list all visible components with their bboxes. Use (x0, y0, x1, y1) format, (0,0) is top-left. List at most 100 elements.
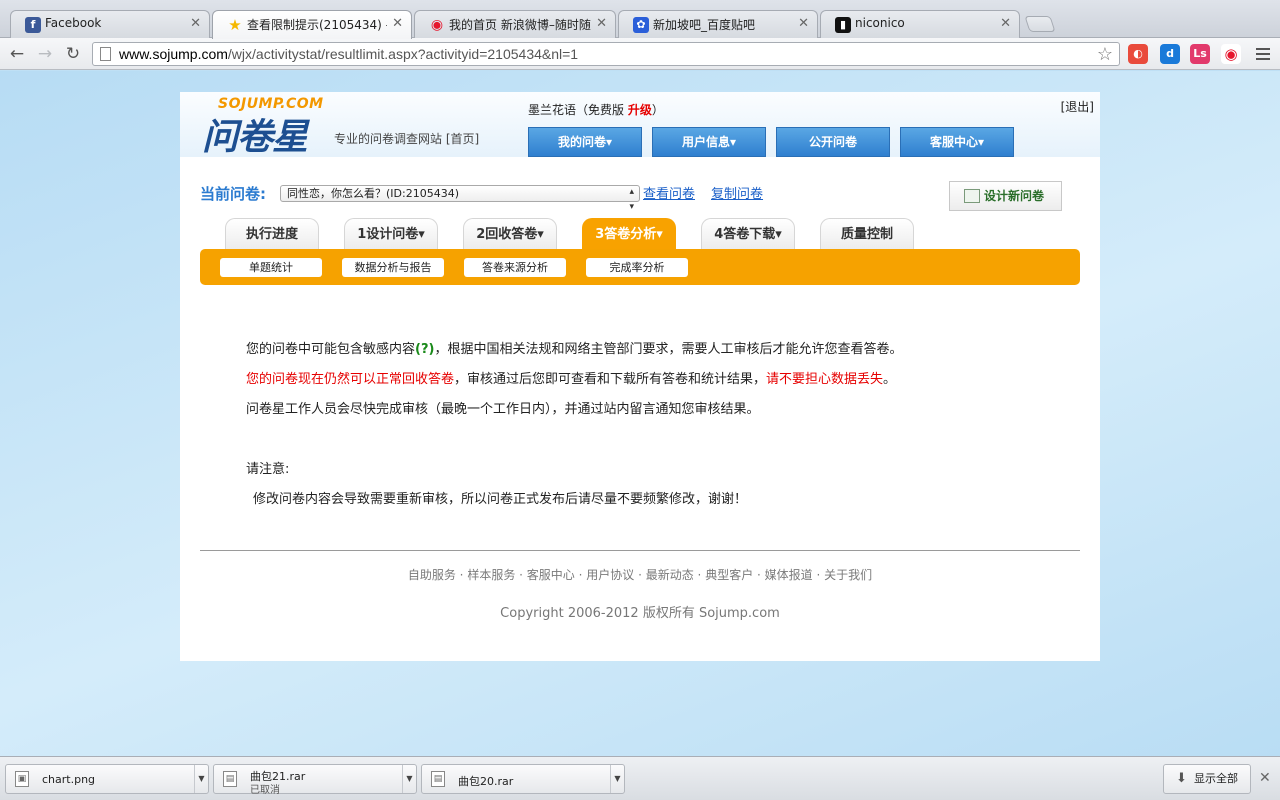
survey-select[interactable]: 同性恋，你怎么看？(ID:2105434) ▴ ▾ (280, 185, 640, 212)
form-icon (964, 189, 980, 203)
subnav-data-report[interactable]: 数据分析与报告 (342, 258, 444, 277)
weibo-ext-icon[interactable]: ◉ (1221, 44, 1241, 64)
step-tab-analysis[interactable]: 3答卷分析▾ (582, 218, 676, 250)
download-item[interactable]: ▤ 曲包21.rar 已取消 ▼ (213, 764, 417, 796)
copy-survey-link[interactable]: 复制问卷 (711, 183, 763, 202)
close-icon[interactable]: ✕ (392, 16, 403, 31)
close-icon[interactable]: ✕ (1000, 16, 1011, 31)
current-survey-label: 当前问卷: (200, 185, 266, 203)
footer-link[interactable]: 自助服务 (408, 568, 456, 582)
attention-heading: 请注意: (246, 462, 290, 477)
user-status-close: ） (651, 103, 664, 117)
menu-wrench-icon[interactable] (1254, 45, 1272, 63)
browser-tab-strip: f Facebook ✕ ★ 查看限制提示(2105434) – 问卷 ✕ ◉ … (0, 0, 1280, 39)
close-icon[interactable]: ✕ (798, 16, 809, 31)
download-shelf: ▣ chart.png ▼ ▤ 曲包21.rar 已取消 ▼ ▤ 曲包20.ra… (0, 756, 1280, 800)
archive-file-icon: ▤ (431, 771, 445, 787)
footer-link[interactable]: 客服中心 (527, 568, 575, 582)
notice-highlight: 请不要担心数据丢失 (766, 372, 884, 387)
nav-public-surveys[interactable]: 公开问卷 (776, 127, 890, 157)
user-status: 墨兰花语（免费版 升级） (528, 101, 664, 118)
copyright: Copyright 2006-2012 版权所有 Sojump.com (500, 606, 780, 621)
page-icon (100, 47, 111, 61)
step-tab-progress[interactable]: 执行进度 (225, 218, 319, 250)
notice-line-3: 问卷星工作人员会尽快完成审核（最晚一个工作日内），并通过站内留言通知您审核结果。 (246, 402, 760, 417)
forward-arrow-icon[interactable]: → (34, 44, 56, 64)
upgrade-link[interactable]: 升级 (628, 103, 652, 117)
ls-ext-icon[interactable]: Ls (1190, 44, 1210, 64)
new-tab-button[interactable] (1024, 16, 1056, 32)
back-arrow-icon[interactable]: ← (6, 44, 28, 64)
site-header: SOJUMP.COM 问卷星 专业的问卷调查网站 [首页] 墨兰花语（免费版 升… (180, 92, 1100, 160)
nav-my-surveys[interactable]: 我的问卷▾ (528, 127, 642, 157)
footer-divider (200, 550, 1080, 551)
design-new-survey-button[interactable]: 设计新问卷 (949, 181, 1062, 211)
close-icon[interactable]: ✕ (596, 16, 607, 31)
step-tab-collect[interactable]: 2回收答卷▾ (463, 218, 557, 250)
help-question-link[interactable]: (?) (415, 342, 434, 357)
url-domain: www.sojump.com (119, 46, 228, 62)
chevron-down-icon[interactable]: ▼ (194, 765, 208, 793)
footer-link[interactable]: 关于我们 (824, 568, 872, 582)
browser-tab-facebook[interactable]: f Facebook ✕ (10, 10, 210, 38)
notice-text: 。 (883, 372, 897, 387)
logout-link[interactable]: [退出] (1061, 98, 1094, 115)
footer-link[interactable]: 媒体报道 (765, 568, 813, 582)
chrome-ext-icon[interactable]: ◐ (1128, 44, 1148, 64)
show-all-label: 显示全部 (1194, 772, 1238, 785)
subnav-completion-rate[interactable]: 完成率分析 (586, 258, 688, 277)
notice-line-5: 修改问卷内容会导致需要重新审核，所以问卷正式发布后请尽量不要频繁修改，谢谢！ (253, 492, 748, 507)
home-link[interactable]: [首页] (446, 132, 479, 146)
tagline-text: 专业的问卷调查网站 (334, 132, 443, 146)
browser-tab-niconico[interactable]: ▮ niconico ✕ (820, 10, 1020, 38)
download-status: 已取消 (250, 785, 280, 796)
browser-tab-baidu[interactable]: ✿ 新加坡吧_百度贴吧 ✕ (618, 10, 818, 38)
address-bar[interactable]: www.sojump.com/wjx/activitystat/resultli… (92, 42, 1120, 66)
download-name: 曲包20.rar (458, 775, 514, 788)
download-item[interactable]: ▣ chart.png ▼ (5, 764, 209, 794)
chevron-down-icon[interactable]: ▼ (402, 765, 416, 793)
d-ext-icon[interactable]: d (1160, 44, 1180, 64)
step-tab-design[interactable]: 1设计问卷▾ (344, 218, 438, 250)
design-new-label: 设计新问卷 (984, 189, 1045, 203)
footer-link[interactable]: 典型客户 (705, 568, 753, 582)
tab-title: 新加坡吧_百度贴吧 (653, 18, 756, 32)
nav-support-center[interactable]: 客服中心▾ (900, 127, 1014, 157)
footer-link[interactable]: 样本服务 (467, 568, 515, 582)
browser-tab-weibo[interactable]: ◉ 我的首页 新浪微博–随时随地分享 ✕ (414, 10, 616, 38)
reload-icon[interactable]: ↻ (62, 44, 84, 64)
chevron-down-icon[interactable]: ▼ (610, 765, 624, 793)
download-name: chart.png (42, 773, 96, 786)
view-survey-link[interactable]: 查看问卷 (643, 183, 695, 202)
footer-link[interactable]: 用户协议 (586, 568, 634, 582)
footer-link[interactable]: 最新动态 (646, 568, 694, 582)
nav-user-info[interactable]: 用户信息▾ (652, 127, 766, 157)
close-icon[interactable]: ✕ (1259, 770, 1271, 786)
step-tab-download[interactable]: 4答卷下载▾ (701, 218, 795, 250)
updown-arrows-icon: ▴ ▾ (629, 187, 634, 212)
notice-line-2: 您的问卷现在仍然可以正常回收答卷，审核通过后您即可查看和下载所有答卷和统计结果，… (246, 365, 902, 395)
download-item[interactable]: ▤ 曲包20.rar ▼ (421, 764, 625, 794)
bookmark-star-icon[interactable]: ☆ (1097, 43, 1113, 65)
notice-text: ，审核通过后您即可查看和下载所有答卷和统计结果， (454, 372, 767, 387)
url-path: /wjx/activitystat/resultlimit.aspx?activ… (227, 46, 579, 62)
step-tab-quality[interactable]: 质量控制 (820, 218, 914, 250)
notice-text: ，根据中国相关法规和网络主管部门要求，需要人工审核后才能允许您查看答卷。 (434, 342, 903, 357)
star-icon: ★ (228, 16, 242, 34)
user-name: 墨兰花语（免费版 (528, 103, 625, 117)
close-icon[interactable]: ✕ (190, 16, 201, 31)
site-tagline: 专业的问卷调查网站 [首页] (334, 130, 479, 147)
show-all-downloads-button[interactable]: ⬇ 显示全部 (1163, 764, 1251, 794)
notice-line-1: 您的问卷中可能包含敏感内容(?)，根据中国相关法规和网络主管部门要求，需要人工审… (246, 335, 902, 365)
facebook-icon: f (25, 17, 41, 33)
survey-select-value: 同性恋，你怎么看？(ID:2105434) (287, 187, 459, 200)
tab-title: Facebook (45, 16, 102, 30)
image-file-icon: ▣ (15, 771, 29, 787)
browser-tab-sojump[interactable]: ★ 查看限制提示(2105434) – 问卷 ✕ (212, 10, 412, 39)
analysis-subnav: 单题统计 数据分析与报告 答卷来源分析 完成率分析 (200, 249, 1080, 285)
baidu-paw-icon: ✿ (633, 17, 649, 33)
subnav-source-analysis[interactable]: 答卷来源分析 (464, 258, 566, 277)
subnav-single-stats[interactable]: 单题统计 (220, 258, 322, 277)
page-viewport: SOJUMP.COM 问卷星 专业的问卷调查网站 [首页] 墨兰花语（免费版 升… (0, 71, 1280, 756)
site-logo[interactable]: 问卷星 (202, 108, 308, 160)
